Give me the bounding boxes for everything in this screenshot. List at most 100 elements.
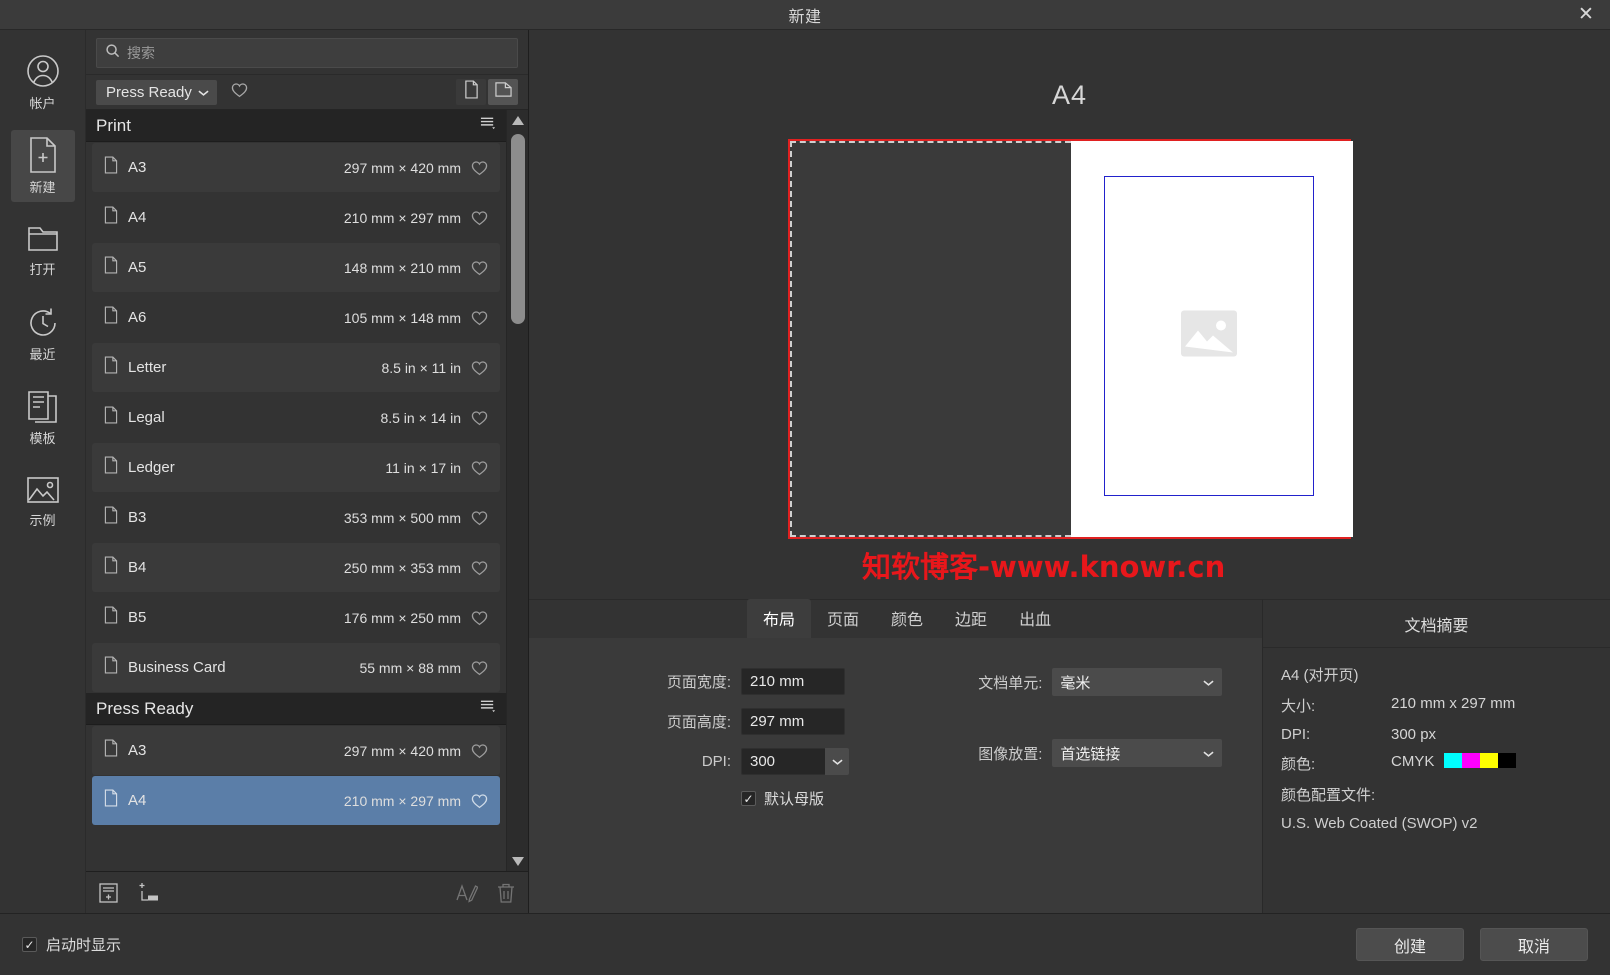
lower-section: 布局 页面 颜色 边距 出血 页面宽度: 页 [529, 599, 1610, 913]
left-nav-rail: 帐户 新建 打开 最近 模板 示例 [0, 30, 86, 913]
dpi-dropdown-button[interactable] [825, 748, 849, 775]
table-row[interactable]: A3 297 mm × 420 mm [92, 726, 500, 775]
file-icon [104, 556, 118, 579]
tab-layout[interactable]: 布局 [747, 599, 812, 638]
preset-list-scrollbar[interactable] [506, 110, 528, 871]
preset-dimensions: 176 mm × 250 mm [343, 609, 461, 626]
trash-icon[interactable] [496, 882, 516, 904]
heart-icon[interactable] [471, 560, 488, 576]
tab-color[interactable]: 颜色 [875, 599, 939, 638]
dpi-input[interactable] [741, 748, 825, 775]
heart-icon[interactable] [471, 743, 488, 759]
doc-units-select[interactable]: 毫米 [1052, 668, 1223, 696]
facing-pages-view-button[interactable] [488, 79, 518, 105]
table-row[interactable]: A5 148 mm × 210 mm [92, 243, 500, 292]
account-icon [24, 52, 62, 90]
add-category-icon[interactable] [137, 882, 161, 904]
check-icon: ✓ [24, 937, 35, 952]
heart-icon[interactable] [471, 410, 488, 426]
title-bar: 新建 ✕ [0, 0, 1610, 30]
master-page-checkbox[interactable]: ✓ [741, 791, 756, 806]
list-menu-icon[interactable] [480, 116, 496, 135]
spread-icon [494, 81, 513, 103]
settings-panel: 布局 页面 颜色 边距 出血 页面宽度: 页 [529, 599, 1262, 913]
cancel-button[interactable]: 取消 [1480, 928, 1588, 961]
summary-doc-name-value: A4 (对开页) [1281, 667, 1359, 684]
heart-icon[interactable] [471, 360, 488, 376]
view-mode-toggle [456, 79, 518, 105]
preset-category-dropdown[interactable]: Press Ready [96, 79, 217, 105]
file-icon [104, 206, 118, 229]
tab-margins[interactable]: 边距 [939, 599, 1003, 638]
create-button[interactable]: 创建 [1356, 928, 1464, 961]
page-width-label: 页面宽度: [666, 674, 731, 691]
tab-pages[interactable]: 页面 [811, 599, 875, 638]
search-box[interactable] [96, 38, 518, 68]
table-row[interactable]: A4 210 mm × 297 mm [92, 193, 500, 242]
file-icon [104, 506, 118, 529]
scroll-down-arrow-icon[interactable] [507, 851, 529, 871]
table-row[interactable]: Ledger 11 in × 17 in [92, 443, 500, 492]
favorite-filter-button[interactable] [227, 79, 253, 105]
summary-profile-label: 颜色配置文件: [1281, 787, 1376, 804]
table-row[interactable]: Business Card 55 mm × 88 mm [92, 643, 500, 692]
sidebar-item-new[interactable]: 新建 [10, 130, 75, 202]
table-row[interactable]: B4 250 mm × 353 mm [92, 543, 500, 592]
table-row[interactable]: A3 297 mm × 420 mm [92, 143, 500, 192]
heart-icon[interactable] [471, 510, 488, 526]
scrollbar-track[interactable] [507, 130, 529, 851]
table-row[interactable]: A6 105 mm × 148 mm [92, 293, 500, 342]
tab-bleed[interactable]: 出血 [1003, 599, 1067, 638]
scrollbar-thumb[interactable] [510, 134, 525, 324]
heart-icon[interactable] [471, 610, 488, 626]
dialog-body: 帐户 新建 打开 最近 模板 示例 搜索 Press Ready Print A… [0, 30, 1610, 913]
close-icon[interactable]: ✕ [1562, 0, 1610, 29]
show-on-startup-label: 启动时显示 [46, 937, 122, 954]
sidebar-item-account[interactable]: 帐户 [11, 46, 75, 118]
heart-icon[interactable] [471, 793, 488, 809]
page-height-input[interactable] [741, 708, 845, 735]
sidebar-item-templates[interactable]: 模板 [11, 382, 75, 454]
sidebar-item-open[interactable]: 打开 [11, 214, 75, 286]
page-left-spread[interactable] [790, 141, 1071, 537]
table-row[interactable]: Legal 8.5 in × 14 in [92, 393, 500, 442]
page-width-input[interactable] [741, 668, 845, 695]
table-row-selected[interactable]: A4 210 mm × 297 mm [92, 776, 500, 825]
preset-dimensions: 8.5 in × 11 in [381, 359, 461, 376]
summary-heading: 文档摘要 [1263, 600, 1610, 648]
show-on-startup-group[interactable]: ✓ 启动时显示 [22, 934, 121, 955]
field-master-page[interactable]: ✓ 默认母版 [741, 788, 918, 809]
scroll-up-arrow-icon[interactable] [507, 110, 529, 130]
preset-toolbar [86, 871, 528, 913]
group-title: Print [96, 115, 131, 135]
settings-tabs: 布局 页面 颜色 边距 出血 [529, 599, 1262, 638]
table-row[interactable]: B5 176 mm × 250 mm [92, 593, 500, 642]
page-right-spread[interactable] [1071, 141, 1353, 537]
rename-icon[interactable] [456, 882, 478, 903]
image-placement-select[interactable]: 首选链接 [1052, 739, 1223, 767]
heart-icon[interactable] [471, 210, 488, 226]
field-doc-units: 文档单元: 毫米 [956, 668, 1262, 696]
heart-icon[interactable] [471, 310, 488, 326]
table-row[interactable]: B3 353 mm × 500 mm [92, 493, 500, 542]
search-input[interactable] [127, 45, 509, 61]
master-page-label: 默认母版 [764, 791, 825, 808]
file-icon [104, 456, 118, 479]
file-icon [104, 156, 118, 179]
table-row[interactable]: Letter 8.5 in × 11 in [92, 343, 500, 392]
watermark-text: 知软博客-www.knowr.cn [862, 550, 1226, 584]
sidebar-item-label: 帐户 [29, 96, 56, 111]
heart-icon[interactable] [471, 660, 488, 676]
list-menu-icon[interactable] [480, 699, 496, 718]
page-height-label: 页面高度: [666, 714, 731, 731]
heart-icon[interactable] [471, 460, 488, 476]
show-on-startup-checkbox[interactable]: ✓ [22, 937, 37, 952]
sidebar-item-recent[interactable]: 最近 [11, 298, 75, 370]
preset-name: A6 [128, 309, 147, 326]
layout-form: 页面宽度: 页面高度: DPI: [529, 638, 1262, 913]
heart-icon[interactable] [471, 160, 488, 176]
single-page-view-button[interactable] [456, 79, 486, 105]
sidebar-item-samples[interactable]: 示例 [11, 466, 75, 538]
heart-icon[interactable] [471, 260, 488, 276]
new-preset-icon[interactable] [98, 882, 119, 904]
